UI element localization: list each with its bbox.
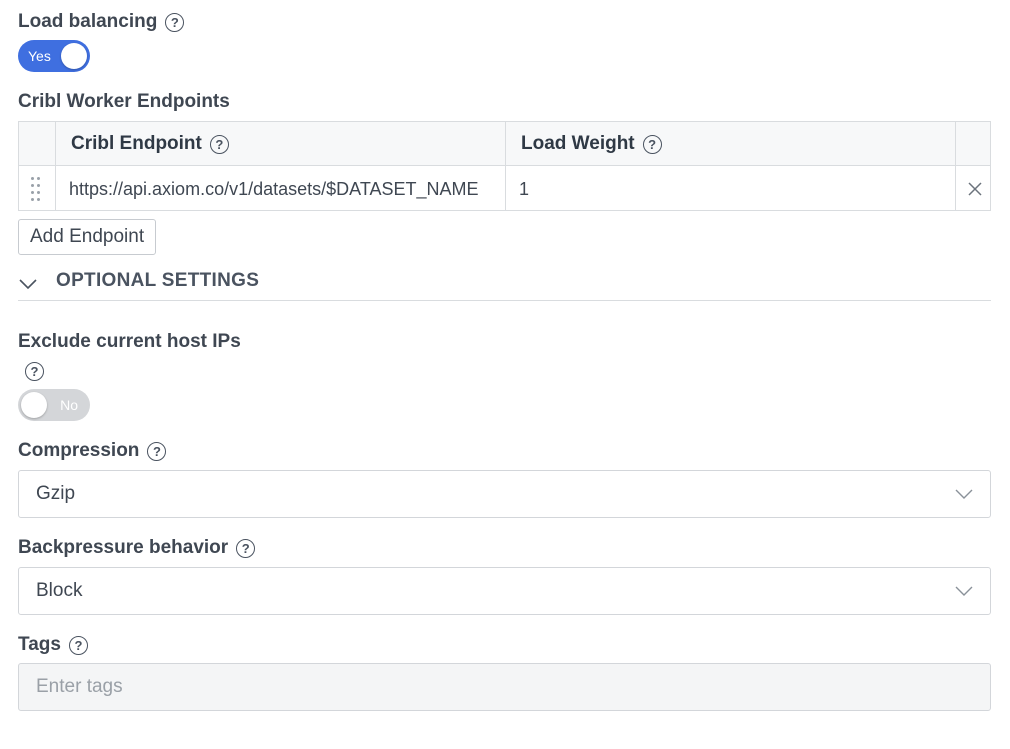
drag-handle-icon[interactable]: [31, 177, 43, 201]
remove-row-close-icon[interactable]: [965, 167, 985, 211]
chevron-down-icon: [955, 586, 973, 596]
column-header-endpoint: Cribl Endpoint ?: [71, 122, 229, 166]
help-icon[interactable]: ?: [165, 12, 185, 32]
load-balancing-label: Load balancing ?: [18, 11, 185, 33]
help-icon[interactable]: ?: [236, 538, 256, 558]
chevron-down-icon: [955, 489, 973, 499]
backpressure-label: Backpressure behavior ?: [18, 537, 256, 559]
add-endpoint-button[interactable]: Add Endpoint: [18, 219, 157, 255]
help-icon[interactable]: ?: [25, 362, 44, 381]
chevron-down-icon: [19, 279, 37, 290]
compression-label: Compression ?: [18, 440, 167, 462]
column-header-weight: Load Weight ?: [521, 122, 662, 166]
exclude-hosts-toggle[interactable]: No: [18, 389, 90, 421]
endpoint-url-input[interactable]: https://api.axiom.co/v1/datasets/$DATASE…: [69, 167, 493, 211]
load-balancing-toggle[interactable]: Yes: [18, 40, 90, 72]
optional-settings-section[interactable]: OPTIONAL SETTINGS: [18, 270, 991, 301]
help-icon[interactable]: ?: [642, 134, 662, 154]
help-icon[interactable]: ?: [147, 441, 167, 461]
load-weight-input[interactable]: 1: [519, 167, 939, 211]
endpoints-table: Cribl Endpoint ? Load Weight ? https://a…: [18, 121, 991, 211]
toggle-knob: [61, 43, 87, 69]
compression-select[interactable]: Gzip: [18, 470, 991, 518]
worker-endpoints-label: Cribl Worker Endpoints: [18, 91, 230, 112]
help-icon[interactable]: ?: [68, 635, 88, 655]
help-icon[interactable]: ?: [209, 134, 229, 154]
exclude-hosts-label: Exclude current host IPs: [18, 331, 241, 352]
tags-label: Tags ?: [18, 634, 88, 656]
tags-input[interactable]: [18, 663, 991, 711]
backpressure-select[interactable]: Block: [18, 567, 991, 615]
toggle-knob: [21, 392, 47, 418]
